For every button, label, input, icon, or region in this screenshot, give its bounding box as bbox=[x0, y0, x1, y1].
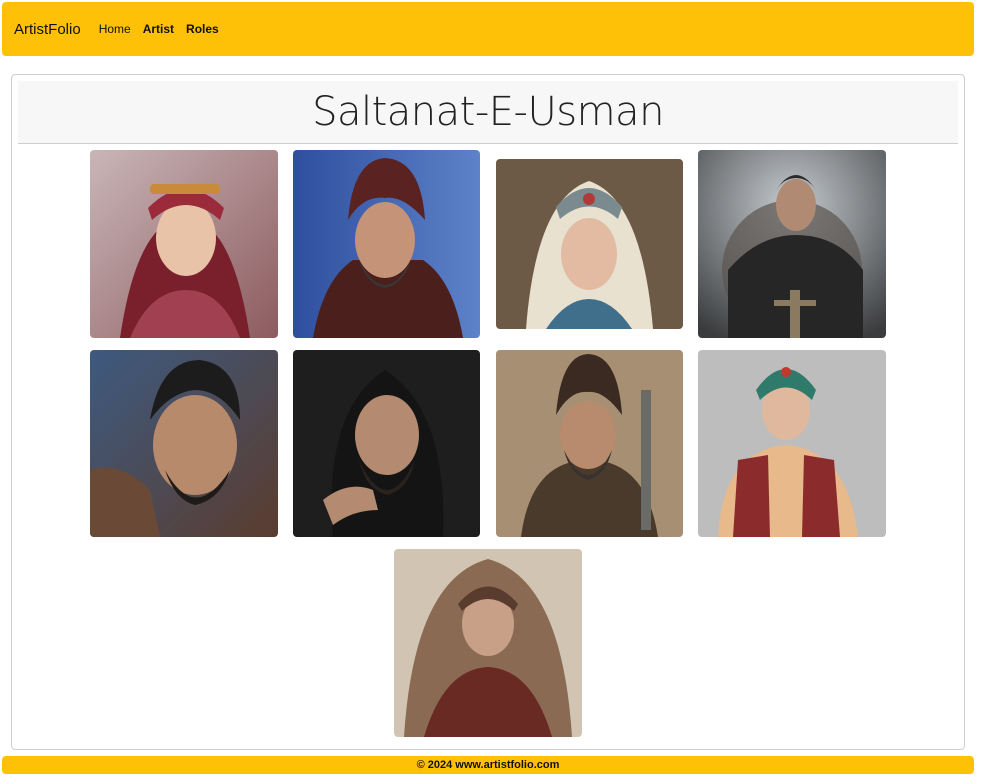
gallery-image-1[interactable] bbox=[90, 150, 278, 338]
portrait-man-long-hair-icon bbox=[293, 350, 480, 537]
gallery-image-2[interactable] bbox=[293, 150, 480, 338]
portrait-woman-veil-icon bbox=[394, 549, 582, 737]
gallery-image-4[interactable] bbox=[698, 150, 886, 338]
portrait-man-dark-turban-icon bbox=[293, 150, 480, 338]
gallery-image-6[interactable] bbox=[293, 350, 480, 537]
portrait-man-turban-sword-icon bbox=[496, 350, 683, 537]
nav-link-roles[interactable]: Roles bbox=[186, 22, 219, 36]
card-header: Saltanat-E-Usman bbox=[18, 81, 958, 144]
footer: © 2024 www.artistfolio.com bbox=[2, 756, 974, 774]
navbar: ArtistFolio Home Artist Roles bbox=[2, 2, 974, 56]
gallery-image-5[interactable] bbox=[90, 350, 278, 537]
portrait-man-dark-hair-icon bbox=[90, 350, 278, 537]
portrait-warrior-armor-icon bbox=[698, 150, 886, 338]
portrait-woman-white-headdress-icon bbox=[496, 159, 683, 329]
nav-link-artist[interactable]: Artist bbox=[143, 22, 174, 36]
footer-copyright: © 2024 www.artistfolio.com bbox=[416, 759, 560, 771]
portrait-woman-embroidered-vest-icon bbox=[698, 350, 886, 537]
portrait-woman-red-headdress-icon bbox=[90, 150, 278, 338]
gallery-image-9[interactable] bbox=[394, 549, 582, 737]
nav-link-home[interactable]: Home bbox=[99, 22, 131, 36]
page-title: Saltanat-E-Usman bbox=[312, 89, 664, 135]
gallery-image-7[interactable] bbox=[496, 350, 683, 537]
gallery-image-3[interactable] bbox=[496, 159, 683, 329]
gallery-image-8[interactable] bbox=[698, 350, 886, 537]
brand-logo[interactable]: ArtistFolio bbox=[14, 21, 81, 38]
